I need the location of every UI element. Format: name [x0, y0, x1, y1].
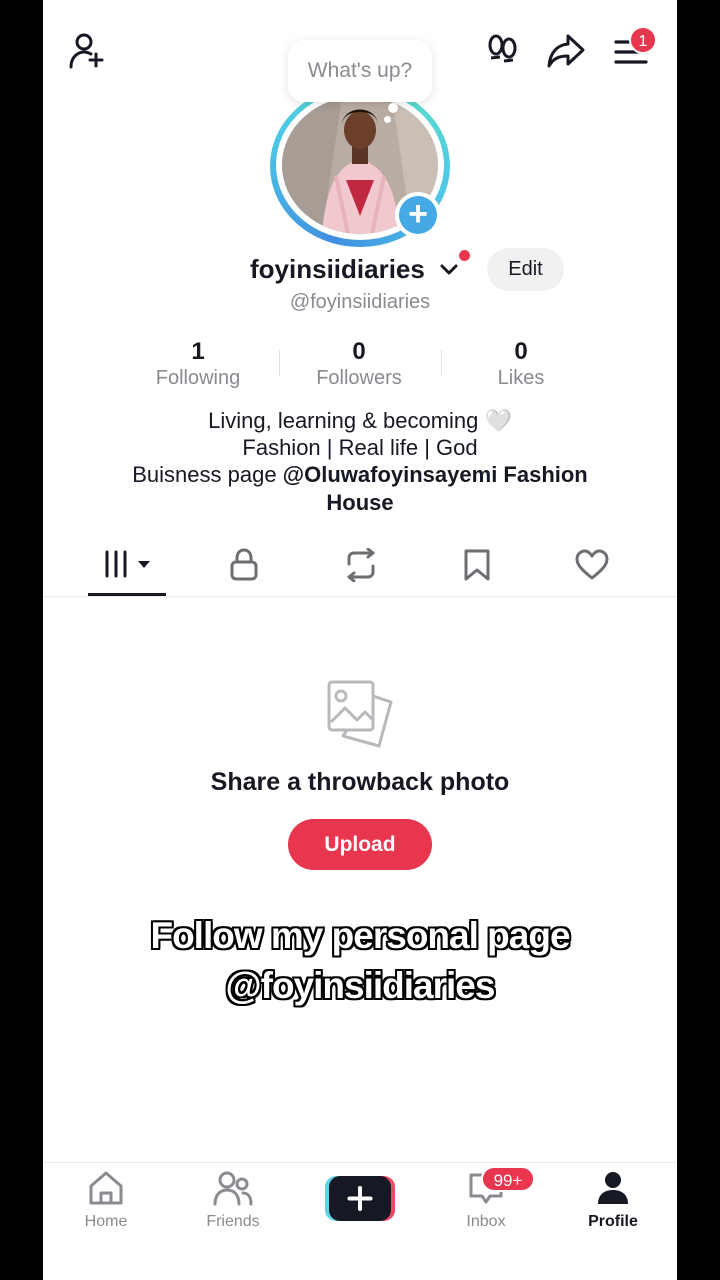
tabs-divider — [43, 596, 677, 597]
nav-home[interactable]: Home — [51, 1170, 161, 1231]
repost-icon — [347, 548, 375, 582]
inbox-badge: 99+ — [481, 1166, 535, 1192]
profile-icon — [595, 1170, 668, 1206]
bio-line-3: Buisness page @Oluwafoyinsayemi Fashion — [43, 462, 677, 488]
bio-line-2: Fashion | Real life | God — [242, 435, 478, 460]
tab-private[interactable] — [229, 548, 259, 582]
nav-label: Friends — [206, 1213, 260, 1230]
profile-username[interactable]: foyinsiidiaries — [250, 254, 425, 285]
nav-profile[interactable]: Profile — [558, 1170, 668, 1231]
menu-notification-badge: 1 — [629, 26, 657, 54]
stat-label: Following — [155, 367, 241, 389]
profile-screen: 1 + What's up? foyinsiidiaries Edit @foy… — [43, 0, 677, 1280]
bio-line-1: Living, learning & becoming 🤍 — [208, 408, 512, 433]
stat-value: 0 — [514, 338, 528, 365]
heart-icon — [575, 549, 609, 580]
edit-profile-button[interactable]: Edit — [487, 248, 564, 291]
account-switch-dot — [459, 250, 470, 261]
profile-handle: @foyinsiidiaries — [289, 291, 431, 313]
status-note-bubble[interactable]: What's up? — [288, 40, 432, 102]
lock-icon — [230, 548, 258, 581]
create-plus-icon — [325, 1176, 395, 1221]
create-plus-button[interactable] — [325, 1176, 395, 1221]
photo-stack-icon — [325, 678, 397, 750]
stat-followers[interactable]: 0 Followers — [289, 338, 429, 390]
stat-value: 1 — [191, 338, 205, 365]
add-story-button[interactable]: + — [399, 196, 437, 234]
bio-line-4[interactable]: House — [43, 490, 677, 516]
home-icon — [87, 1170, 161, 1206]
grid-bars-icon — [105, 550, 150, 578]
friends-icon — [213, 1170, 288, 1206]
bookmark-icon — [464, 549, 490, 581]
nav-friends[interactable]: Friends — [178, 1170, 288, 1231]
stat-label: Likes — [497, 367, 545, 389]
nav-label: Profile — [588, 1213, 638, 1230]
bubble-tail-dot — [384, 116, 391, 123]
tab-favorites[interactable] — [463, 548, 491, 582]
person-plus-icon[interactable] — [68, 32, 108, 70]
bio-mention-link[interactable]: @Oluwafoyinsayemi Fashion — [283, 462, 588, 487]
upload-button[interactable]: Upload — [288, 819, 432, 870]
stat-value: 0 — [352, 338, 366, 365]
share-arrow-icon[interactable] — [546, 32, 586, 70]
stat-divider — [279, 350, 280, 376]
bubble-tail — [388, 103, 398, 113]
stat-following[interactable]: 1 Following — [128, 338, 268, 390]
nav-label: Inbox — [466, 1213, 506, 1230]
nav-label: Home — [84, 1213, 128, 1230]
tab-reposts[interactable] — [343, 548, 379, 582]
stat-label: Followers — [316, 367, 402, 389]
stat-likes[interactable]: 0 Likes — [451, 338, 591, 390]
caption-line-1: Follow my personal page — [150, 915, 570, 956]
empty-state-title: Share a throwback photo — [210, 768, 510, 796]
chevron-down-icon[interactable] — [438, 258, 460, 280]
footprints-icon[interactable] — [486, 33, 520, 67]
status-note-text: What's up? — [307, 59, 413, 82]
tab-videos[interactable] — [103, 548, 153, 580]
bio-text: Buisness page — [132, 462, 283, 487]
caption-line-2: @foyinsiidiaries — [225, 965, 496, 1006]
stat-divider — [441, 350, 442, 376]
tab-liked[interactable] — [574, 548, 610, 582]
